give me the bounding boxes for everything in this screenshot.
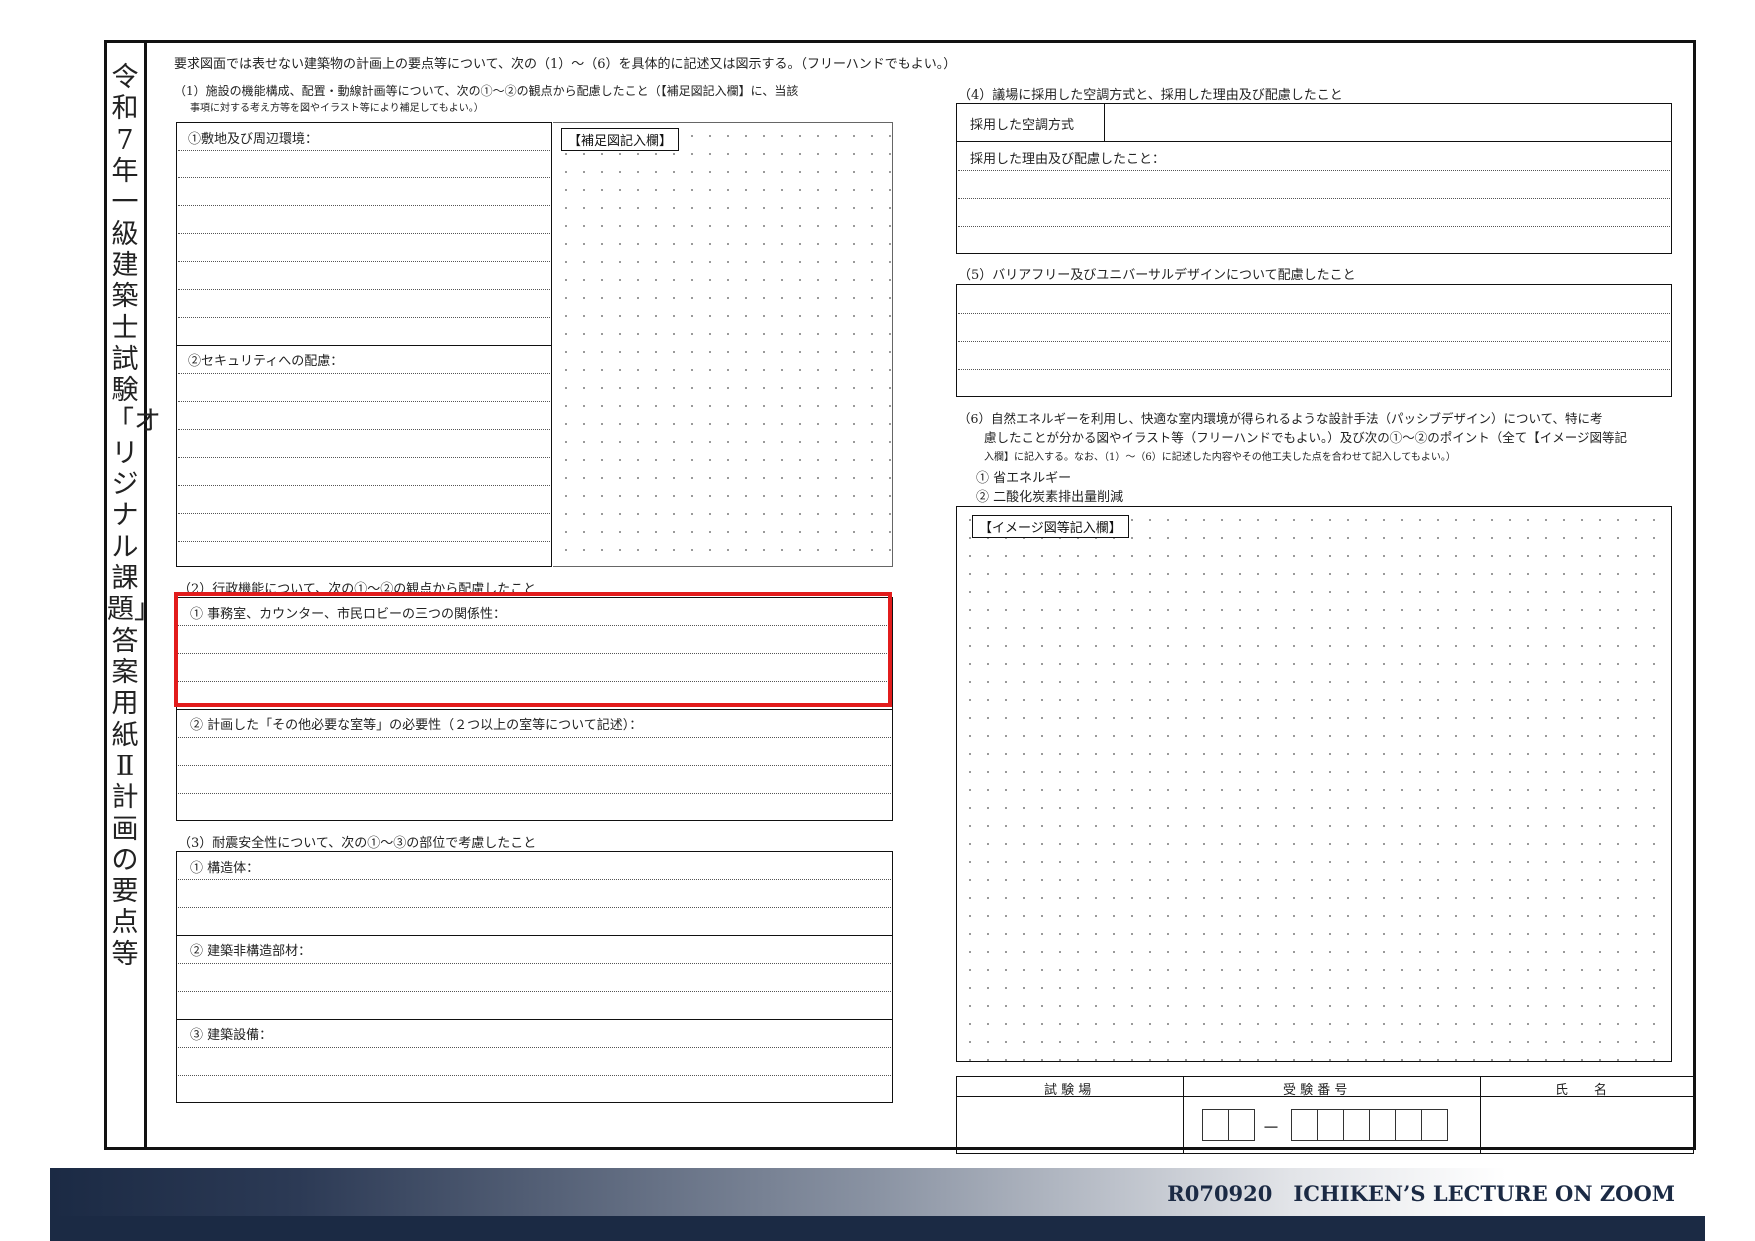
s6-point2: ② 二酸化炭素排出量削減 bbox=[976, 490, 1124, 505]
writing-line bbox=[958, 170, 1670, 171]
s5-heading: （5）バリアフリー及びユニバーサルデザインについて配慮したこと bbox=[958, 268, 1356, 283]
s1-heading: （1）施設の機能構成、配置・動線計画等について、次の①～②の観点から配慮したこと… bbox=[174, 84, 799, 98]
writing-line bbox=[178, 513, 550, 514]
footer-text: R070920 ICHIKEN’S LECTURE ON ZOOM bbox=[1167, 1181, 1675, 1206]
writing-line bbox=[178, 1047, 891, 1048]
s1-item1-label: ①敷地及び周辺環境： bbox=[188, 132, 319, 147]
exam-number-digit[interactable] bbox=[1343, 1109, 1370, 1141]
s6-point1: ① 省エネルギー bbox=[976, 471, 1072, 486]
writing-line bbox=[958, 369, 1670, 370]
writing-line bbox=[178, 289, 550, 290]
writing-line bbox=[178, 1075, 891, 1076]
exam-number-digit[interactable] bbox=[1317, 1109, 1344, 1141]
writing-line bbox=[178, 879, 891, 880]
writing-line bbox=[178, 963, 891, 964]
exam-number-header: 受 験 番 号 bbox=[1283, 1083, 1348, 1098]
writing-line bbox=[178, 765, 891, 766]
writing-line bbox=[178, 205, 550, 206]
s4-label-reason: 採用した理由及び配慮したこと： bbox=[970, 152, 1166, 167]
s4-label-divider bbox=[1104, 103, 1105, 141]
exam-table-col-divider bbox=[1183, 1076, 1184, 1154]
exam-number-digit[interactable] bbox=[1202, 1109, 1229, 1141]
writing-line bbox=[178, 991, 891, 992]
writing-line bbox=[958, 226, 1670, 227]
name-field[interactable] bbox=[1482, 1098, 1692, 1152]
vertical-title: 令和7年一級建築士試験「オリジナル課題」答案用紙Ⅱ計画の要点等 bbox=[107, 62, 161, 970]
s3-divider bbox=[176, 1019, 893, 1020]
writing-line bbox=[178, 177, 550, 178]
s6-heading-line2: 慮したことが分かる図やイラスト等（フリーハンドでもよい。）及び次の①～②のポイン… bbox=[984, 430, 1628, 445]
writing-line bbox=[178, 429, 550, 430]
supplementary-drawing-area[interactable] bbox=[553, 122, 893, 567]
writing-line bbox=[958, 198, 1670, 199]
writing-line bbox=[178, 401, 550, 402]
writing-line bbox=[178, 737, 891, 738]
s6-heading-line3: 入欄】に記入する。なお、（1）～（6）に記述した内容やその他工夫した点を合わせて… bbox=[984, 452, 1456, 463]
writing-line bbox=[178, 233, 550, 234]
s1-item2-label: ②セキュリティへの配慮： bbox=[188, 354, 344, 369]
writing-line bbox=[178, 541, 550, 542]
s3-text-box bbox=[176, 851, 893, 1103]
s6-heading-line1: （6）自然エネルギーを利用し、快適な室内環境が得られるような設計手法（パッシブデ… bbox=[958, 411, 1603, 426]
name-header: 氏 名 bbox=[1555, 1083, 1608, 1098]
s3-item3-label: ③ 建築設備： bbox=[190, 1028, 273, 1043]
s3-divider bbox=[176, 935, 893, 936]
supplementary-drawing-label: 【補足図記入欄】 bbox=[561, 128, 680, 151]
writing-line bbox=[178, 485, 550, 486]
writing-line bbox=[178, 793, 891, 794]
exam-number-digit[interactable] bbox=[1369, 1109, 1396, 1141]
s3-item1-label: ① 構造体： bbox=[190, 861, 260, 876]
exam-site-header: 試 験 場 bbox=[1044, 1083, 1092, 1098]
writing-line bbox=[178, 373, 550, 374]
s2-item2-label: ② 計画した「その他必要な室等」の必要性（２つ以上の室等について記述）： bbox=[190, 718, 643, 733]
image-drawing-area[interactable] bbox=[956, 506, 1672, 1062]
s3-item2-label: ② 建築非構造部材： bbox=[190, 944, 312, 959]
highlight-rectangle bbox=[174, 592, 892, 707]
s4-divider bbox=[956, 141, 1672, 142]
writing-line bbox=[178, 261, 550, 262]
writing-line bbox=[958, 341, 1670, 342]
s4-heading: （4）議場に採用した空調方式と、採用した理由及び配慮したこと bbox=[958, 88, 1343, 103]
writing-line bbox=[178, 317, 550, 318]
exam-table-col-divider bbox=[1480, 1076, 1481, 1154]
s1-divider bbox=[176, 345, 552, 346]
s4-label-method: 採用した空調方式 bbox=[970, 118, 1075, 133]
exam-site-field[interactable] bbox=[958, 1098, 1181, 1152]
writing-line bbox=[178, 150, 550, 151]
footer-banner: R070920 ICHIKEN’S LECTURE ON ZOOM bbox=[50, 1168, 1705, 1241]
exam-number-digit[interactable] bbox=[1228, 1109, 1255, 1141]
exam-number-digit[interactable] bbox=[1291, 1109, 1318, 1141]
intro-text: 要求図面では表せない建築物の計画上の要点等について、次の（1）～（6）を具体的に… bbox=[174, 57, 957, 72]
exam-number-dash: － bbox=[1262, 1118, 1280, 1139]
exam-number-digit[interactable] bbox=[1421, 1109, 1448, 1141]
exam-number-digit[interactable] bbox=[1395, 1109, 1422, 1141]
writing-line bbox=[178, 907, 891, 908]
s2-divider bbox=[176, 709, 893, 710]
s1-heading-sub: 事項に対する考え方等を図やイラスト等により補足してもよい。） bbox=[190, 103, 484, 114]
writing-line bbox=[178, 457, 550, 458]
image-drawing-label: 【イメージ図等記入欄】 bbox=[972, 515, 1129, 538]
s3-heading: （3）耐震安全性について、次の①～③の部位で考慮したこと bbox=[178, 836, 537, 851]
writing-line bbox=[958, 313, 1670, 314]
